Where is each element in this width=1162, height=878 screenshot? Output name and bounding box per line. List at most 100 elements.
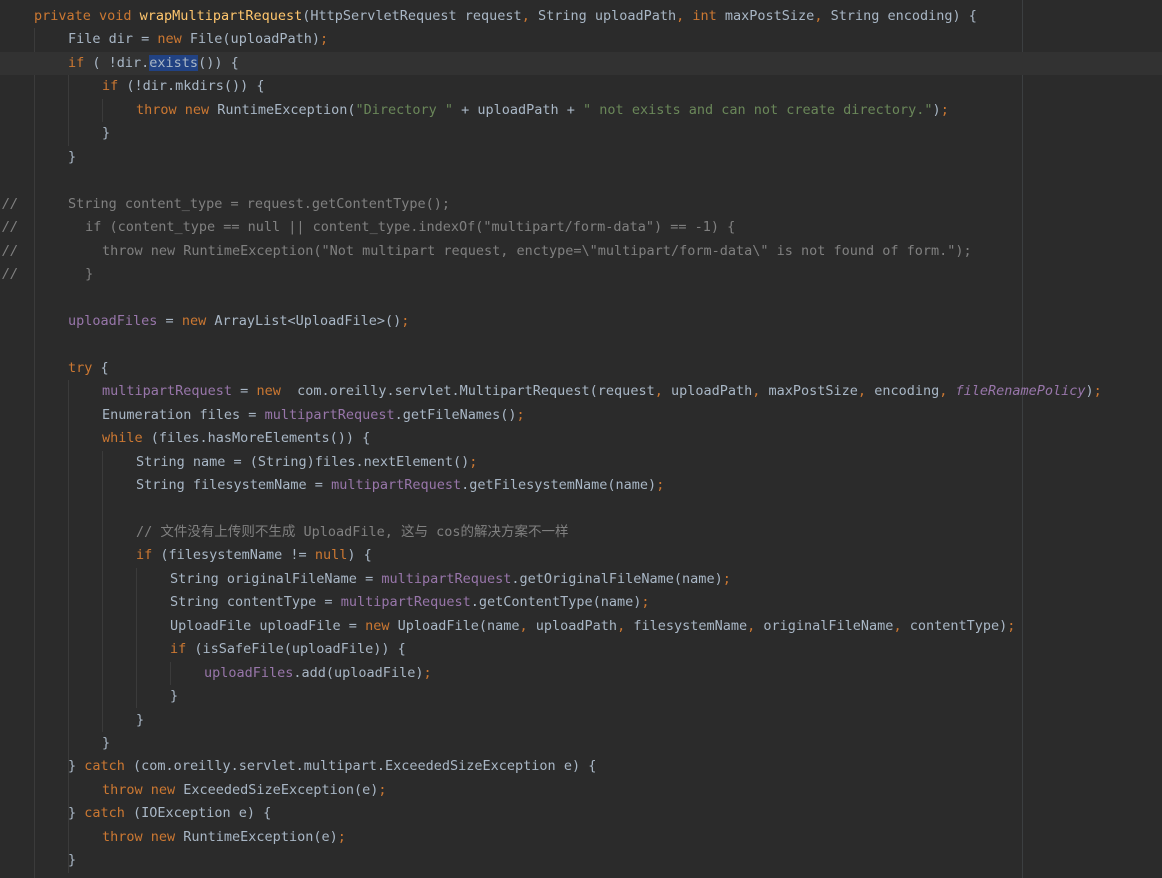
code-token: throw new bbox=[102, 828, 184, 845]
code-text: if (!dir.mkdirs()) { bbox=[102, 75, 265, 98]
code-line[interactable]: while (files.hasMoreElements()) { bbox=[0, 427, 1162, 450]
code-line[interactable]: throw new RuntimeException(e); bbox=[0, 826, 1162, 849]
code-text: throw new ExceededSizeException(e); bbox=[102, 779, 387, 802]
code-token: } bbox=[85, 265, 94, 282]
code-line[interactable] bbox=[0, 169, 1162, 192]
code-token: uploadPath bbox=[535, 617, 618, 634]
code-token: ; bbox=[469, 453, 478, 470]
code-token: , bbox=[747, 617, 764, 634]
code-text: multipartRequest = new com.oreilly.servl… bbox=[102, 380, 1102, 403]
code-token: { bbox=[100, 359, 109, 376]
code-token: , bbox=[617, 617, 634, 634]
code-line[interactable]: throw new RuntimeException("Directory " … bbox=[0, 99, 1162, 122]
code-token: String originalFileName = bbox=[170, 570, 382, 587]
code-token: uploadFiles bbox=[204, 664, 294, 681]
code-line[interactable]: if (filesystemName != null) { bbox=[0, 544, 1162, 567]
code-token: wrapMultipartRequest bbox=[139, 8, 303, 24]
code-token: multipartRequest bbox=[381, 570, 512, 587]
code-text: } catch (com.oreilly.servlet.multipart.E… bbox=[68, 755, 596, 778]
code-line[interactable]: multipartRequest = new com.oreilly.servl… bbox=[0, 380, 1162, 403]
code-token: ) bbox=[932, 101, 941, 118]
code-token: } bbox=[136, 711, 145, 728]
code-line[interactable]: } catch (com.oreilly.servlet.multipart.E… bbox=[0, 755, 1162, 778]
code-text: private void wrapMultipartRequest(HttpSe… bbox=[34, 5, 977, 28]
code-text: String content_type = request.getContent… bbox=[68, 193, 450, 216]
code-token: maxPostSize bbox=[724, 8, 815, 24]
code-token: String contentType = bbox=[170, 594, 341, 611]
code-token: try bbox=[68, 359, 101, 376]
code-token: ) bbox=[1085, 383, 1094, 400]
code-token: filesystemName bbox=[633, 617, 748, 634]
code-token: UploadFile uploadFile = bbox=[170, 617, 366, 634]
code-line[interactable]: String contentType = multipartRequest.ge… bbox=[0, 591, 1162, 614]
code-line[interactable] bbox=[0, 497, 1162, 520]
code-token: maxPostSize bbox=[768, 383, 858, 400]
code-line[interactable]: String filesystemName = multipartRequest… bbox=[0, 474, 1162, 497]
code-line[interactable] bbox=[0, 286, 1162, 309]
code-token: catch bbox=[84, 758, 134, 775]
code-token: Enumeration files = bbox=[102, 406, 265, 423]
code-line[interactable]: } bbox=[0, 146, 1162, 169]
code-token: private void bbox=[34, 8, 140, 24]
code-line[interactable]: UploadFile uploadFile = new UploadFile(n… bbox=[0, 615, 1162, 638]
code-line[interactable]: private void wrapMultipartRequest(HttpSe… bbox=[0, 5, 1162, 28]
code-line[interactable]: } bbox=[0, 709, 1162, 732]
code-line[interactable]: if ( !dir.exists()) { bbox=[0, 51, 1162, 75]
code-text: throw new RuntimeException("Not multipar… bbox=[102, 240, 972, 263]
code-line[interactable]: } bbox=[0, 685, 1162, 708]
code-line[interactable]: uploadFiles.add(uploadFile); bbox=[0, 662, 1162, 685]
code-line[interactable]: } bbox=[0, 122, 1162, 145]
code-token: (HttpServletRequest request bbox=[302, 8, 522, 24]
code-line[interactable]: // if (content_type == null || content_ty… bbox=[0, 216, 1162, 239]
code-token: .getFileNames() bbox=[394, 406, 517, 423]
code-line[interactable]: String name = (String)files.nextElement(… bbox=[0, 451, 1162, 474]
code-line[interactable]: // throw new RuntimeException("Not multip… bbox=[0, 240, 1162, 263]
code-token: ; bbox=[641, 594, 650, 611]
code-line[interactable]: } bbox=[0, 849, 1162, 872]
code-token: , bbox=[893, 617, 910, 634]
code-line[interactable]: if (isSafeFile(uploadFile)) { bbox=[0, 638, 1162, 661]
code-line[interactable]: Enumeration files = multipartRequest.get… bbox=[0, 404, 1162, 427]
code-token: RuntimeException(e) bbox=[183, 828, 338, 845]
code-token: ; bbox=[378, 781, 387, 798]
code-token: if bbox=[170, 641, 195, 658]
code-line[interactable]: String originalFileName = multipartReque… bbox=[0, 568, 1162, 591]
code-token: , bbox=[752, 383, 769, 400]
code-token: multipartRequest bbox=[264, 406, 395, 423]
code-token: String content_type = request.getContent… bbox=[68, 195, 451, 212]
code-token: ; bbox=[656, 477, 665, 493]
code-text: uploadFiles = new ArrayList<UploadFile>(… bbox=[68, 310, 409, 333]
code-token: .add(uploadFile) bbox=[293, 664, 424, 681]
code-line[interactable]: try { bbox=[0, 357, 1162, 380]
code-line[interactable]: if (!dir.mkdirs()) { bbox=[0, 75, 1162, 98]
code-line[interactable]: } bbox=[0, 732, 1162, 755]
code-token: null bbox=[314, 547, 348, 564]
code-token: com.oreilly.servlet.MultipartRequest(req… bbox=[297, 383, 655, 400]
code-token: catch bbox=[84, 805, 134, 822]
code-text: if (content_type == null || content_type… bbox=[85, 216, 735, 239]
code-token: = bbox=[165, 312, 182, 329]
line-comment-marker: // bbox=[2, 195, 19, 212]
code-line[interactable] bbox=[0, 333, 1162, 356]
code-token: ( !dir. bbox=[92, 54, 150, 71]
code-token: new bbox=[157, 31, 190, 48]
code-line[interactable]: //} bbox=[0, 263, 1162, 286]
code-line[interactable]: // String content_type = request.getConte… bbox=[0, 193, 1162, 216]
code-line[interactable]: } catch (IOException e) { bbox=[0, 802, 1162, 825]
code-token: throw new bbox=[102, 781, 184, 798]
code-text: } bbox=[68, 146, 76, 169]
code-token: , bbox=[654, 383, 671, 400]
code-token: } bbox=[68, 148, 77, 165]
code-line[interactable]: throw new ExceededSizeException(e); bbox=[0, 779, 1162, 802]
code-line[interactable]: File dir = new File(uploadPath); bbox=[0, 28, 1162, 51]
code-token: new bbox=[256, 383, 298, 400]
code-line[interactable]: uploadFiles = new ArrayList<UploadFile>(… bbox=[0, 310, 1162, 333]
code-editor[interactable]: private void wrapMultipartRequest(HttpSe… bbox=[0, 0, 1162, 878]
code-token: ()) { bbox=[198, 54, 239, 71]
code-token: .getContentType(name) bbox=[470, 594, 642, 611]
code-token: , bbox=[939, 383, 956, 400]
code-token: new bbox=[365, 617, 398, 634]
code-line[interactable]: // 文件没有上传则不生成 UploadFile, 这与 cos的解决方案不一样 bbox=[0, 521, 1162, 544]
code-text: File dir = new File(uploadPath); bbox=[68, 28, 328, 51]
code-text: if ( !dir.exists()) { bbox=[68, 52, 239, 75]
